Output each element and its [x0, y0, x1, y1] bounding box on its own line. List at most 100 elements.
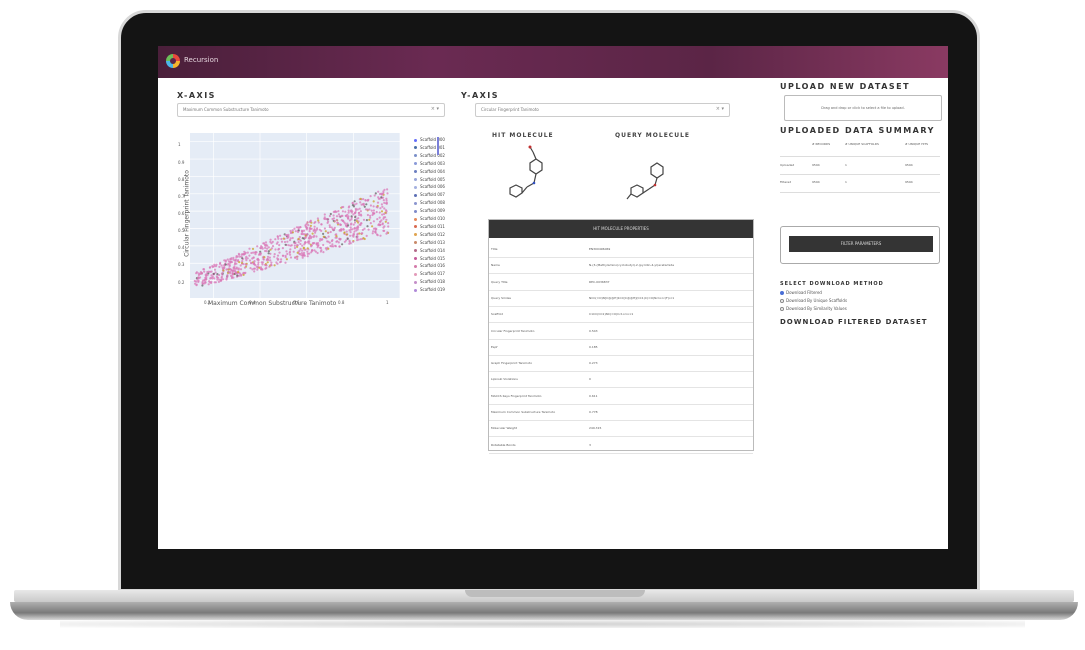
- scatter-point: [264, 246, 267, 249]
- scatter-point: [237, 270, 240, 274]
- legend-item[interactable]: Scaffold 014: [414, 248, 445, 253]
- download-option-radio[interactable]: Download By Unique Scaffolds: [780, 298, 847, 303]
- scatter-point: [381, 222, 384, 225]
- scatter-point: [347, 211, 350, 214]
- property-row: MACCS Keys Fingerprint Tanimoto 0.611: [489, 387, 753, 405]
- scatter-point: [359, 197, 362, 200]
- scatter-point: [326, 221, 329, 224]
- legend-item[interactable]: Scaffold 018: [414, 279, 445, 284]
- scatter-point: [329, 212, 332, 216]
- legend-item[interactable]: Scaffold 010: [414, 216, 445, 221]
- y-axis-chevron-down-icon[interactable]: ▾: [721, 106, 724, 112]
- scatter-point: [293, 246, 297, 250]
- summary-title: UPLOADED DATA SUMMARY: [780, 126, 935, 135]
- legend-item[interactable]: Scaffold 011: [414, 224, 445, 229]
- scatter-point: [235, 266, 238, 269]
- scatter-point: [291, 236, 294, 240]
- legend-item[interactable]: Scaffold 004: [414, 169, 445, 174]
- legend-item[interactable]: Scaffold 006: [414, 184, 445, 189]
- scatter-point: [358, 211, 361, 214]
- radio-dot-icon[interactable]: [780, 307, 784, 311]
- y-axis-title: Y-AXIS: [461, 91, 500, 100]
- upload-dropzone[interactable]: Drag and drop or click to select a file …: [784, 95, 942, 121]
- scatter-point: [353, 219, 356, 222]
- scatter-point: [372, 209, 375, 212]
- legend-item[interactable]: Scaffold 012: [414, 232, 445, 237]
- scatter-point: [333, 226, 336, 229]
- scatter-point: [276, 241, 279, 244]
- property-row: Scaffold C1CC(CC1)NC(=O)Cc1ccncc1: [489, 305, 753, 324]
- scatter-point: [361, 232, 364, 235]
- legend-item[interactable]: Scaffold 008: [414, 200, 445, 205]
- legend-scrollbar[interactable]: [437, 137, 439, 155]
- summary-cell: Filtered: [780, 180, 792, 184]
- scatter-point: [241, 257, 244, 260]
- y-axis-clear-icon[interactable]: ×: [716, 106, 720, 112]
- scatter-point: [304, 248, 307, 251]
- hit-molecule-properties-table: HIT MOLECULE PROPERTIES Title EN300496069…: [488, 219, 754, 454]
- scatter-point: [301, 244, 304, 247]
- scatter-point: [267, 252, 270, 255]
- scatter-point: [358, 213, 361, 217]
- legend-item[interactable]: Scaffold 017: [414, 271, 445, 276]
- scatter-point: [252, 256, 255, 259]
- scatter-point: [267, 246, 270, 249]
- scatter-point: [331, 228, 335, 231]
- scatter-point: [311, 249, 314, 252]
- y-axis-selected: Circular Fingerprint Tanimoto: [481, 107, 539, 112]
- download-option-radio[interactable]: Download By Similarity Values: [780, 306, 847, 311]
- legend-item[interactable]: Scaffold 000: [414, 137, 445, 142]
- scatter-point: [194, 282, 197, 285]
- x-axis-dropdown[interactable]: Maximum Common Substructure Tanimoto × ▾: [177, 103, 445, 117]
- download-dataset-title[interactable]: DOWNLOAD FILTERED DATASET: [780, 318, 928, 326]
- legend-item[interactable]: Scaffold 015: [414, 256, 445, 261]
- filter-parameters-button[interactable]: FILTER PARAMETERS: [789, 236, 933, 252]
- hit-molecule-structure: [509, 145, 543, 198]
- legend-item[interactable]: Scaffold 007: [414, 192, 445, 197]
- radio-dot-icon[interactable]: [780, 291, 784, 295]
- legend-item[interactable]: Scaffold 019: [414, 287, 445, 292]
- scatter-point: [349, 226, 352, 229]
- scatter-point: [277, 247, 281, 250]
- scatter-point: [360, 222, 363, 225]
- legend-item[interactable]: Scaffold 003: [414, 161, 445, 166]
- legend-marker: [414, 209, 417, 213]
- scatter-point: [227, 270, 230, 273]
- x-axis-chevron-down-icon[interactable]: ▾: [436, 106, 439, 112]
- summary-cell: 9594: [812, 180, 820, 184]
- scatter-point: [256, 245, 259, 248]
- legend-item[interactable]: Scaffold 016: [414, 263, 445, 268]
- scatter-point: [204, 276, 207, 279]
- scatter-point: [334, 244, 337, 247]
- radio-dot-icon[interactable]: [780, 299, 784, 303]
- scatter-point: [300, 254, 304, 257]
- scatter-point: [221, 278, 225, 281]
- scatter-point: [280, 237, 283, 241]
- scatter-point: [302, 233, 305, 236]
- scatter-point: [369, 204, 372, 207]
- legend-item[interactable]: Scaffold 009: [414, 208, 445, 213]
- scatter-point: [385, 232, 388, 235]
- scatter-point: [238, 255, 241, 258]
- legend-item[interactable]: Scaffold 013: [414, 240, 445, 245]
- legend-item[interactable]: Scaffold 005: [414, 177, 445, 182]
- scatter-point: [387, 225, 390, 228]
- scatter-point: [375, 205, 378, 208]
- legend-item[interactable]: Scaffold 001: [414, 145, 445, 150]
- scatter-point: [383, 201, 386, 204]
- scatter-point: [306, 255, 309, 258]
- laptop-base-bottom: [10, 602, 1078, 620]
- scatter-point: [273, 255, 276, 258]
- scatter-point: [253, 267, 256, 270]
- legend-item[interactable]: Scaffold 002: [414, 153, 445, 158]
- x-axis-clear-icon[interactable]: ×: [431, 106, 435, 112]
- property-key: Title: [491, 247, 498, 251]
- download-option-radio[interactable]: Download Filtered: [780, 290, 822, 295]
- y-axis-dropdown[interactable]: Circular Fingerprint Tanimoto × ▾: [475, 103, 730, 117]
- scatter-point: [380, 196, 383, 199]
- property-value: 0.273: [589, 361, 598, 366]
- scatter-point: [343, 231, 346, 234]
- scatter-point: [260, 267, 263, 270]
- scatter-point: [365, 234, 368, 237]
- scatter-plot[interactable]: [190, 133, 400, 298]
